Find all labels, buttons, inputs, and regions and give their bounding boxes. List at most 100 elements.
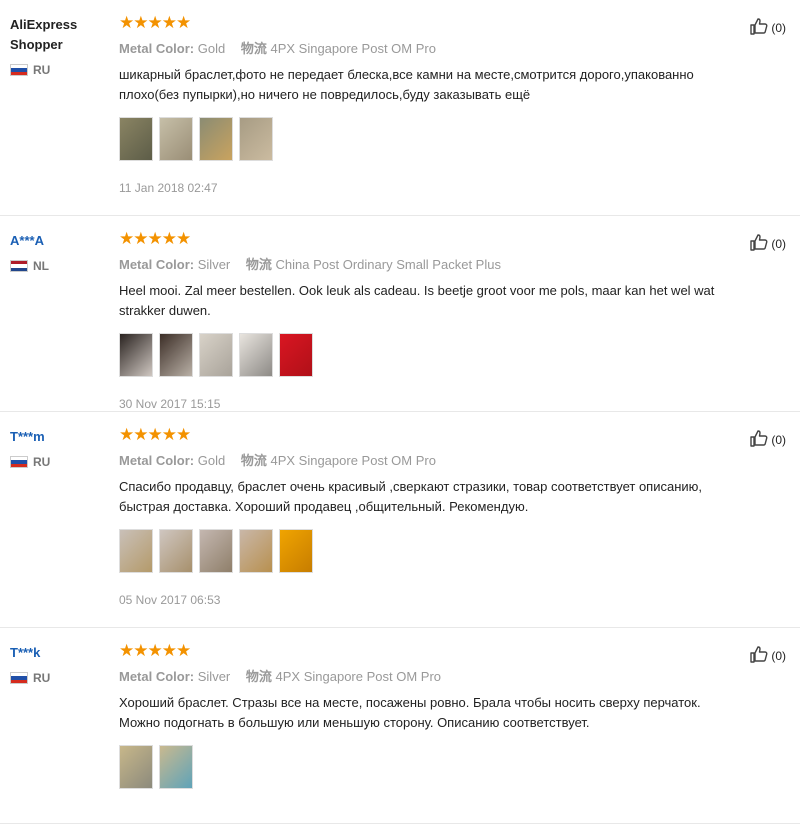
- star-icon: ★: [147, 424, 163, 444]
- shipping-label: 物流: [245, 669, 272, 684]
- review-photo[interactable]: [119, 745, 153, 789]
- review-photo[interactable]: [239, 529, 273, 573]
- review-photos: [119, 529, 739, 573]
- review-meta: Metal Color: Silver 物流 4PX Singapore Pos…: [119, 666, 739, 685]
- star-icon: ★: [119, 640, 135, 660]
- reviewer-info: A***A NL: [10, 231, 110, 273]
- shipping-label: 物流: [245, 257, 272, 272]
- reviewer-info: T***k RU: [10, 643, 110, 685]
- color-value: Gold: [197, 453, 226, 468]
- feedback-list: AliExpress Shopper RU ★ ★ ★ ★ ★ Metal Color: …: [0, 0, 800, 824]
- review-photo[interactable]: [279, 529, 313, 573]
- color-value: Silver: [197, 257, 231, 272]
- star-icon: ★: [176, 640, 192, 660]
- country-code: NL: [33, 259, 49, 273]
- star-icon: ★: [133, 228, 149, 248]
- helpful-button[interactable]: (0): [749, 232, 786, 255]
- shipping-label: 物流: [240, 41, 267, 56]
- country: RU: [10, 671, 110, 685]
- flag-icon: [10, 672, 28, 684]
- review-photo[interactable]: [159, 529, 193, 573]
- color-value: Silver: [197, 669, 231, 684]
- star-icon: ★: [176, 228, 192, 248]
- color-label: Metal Color:: [119, 453, 195, 468]
- review-meta: Metal Color: Gold 物流 4PX Singapore Post …: [119, 38, 739, 57]
- shipping-value: 4PX Singapore Post OM Pro: [275, 669, 442, 684]
- review-text: шикарный браслет,фото не передает блеска…: [119, 67, 694, 102]
- review-photo[interactable]: [239, 333, 273, 377]
- user-name[interactable]: A***A: [10, 231, 110, 251]
- review-photo[interactable]: [279, 333, 313, 377]
- user-name[interactable]: T***m: [10, 427, 110, 447]
- star-icon: ★: [133, 640, 149, 660]
- helpful-count: (0): [771, 648, 786, 663]
- review-photo[interactable]: [119, 117, 153, 161]
- review-photo[interactable]: [119, 529, 153, 573]
- color-label: Metal Color:: [119, 669, 195, 684]
- review-photo[interactable]: [199, 333, 233, 377]
- star-rating: ★ ★ ★ ★ ★: [119, 228, 739, 248]
- review-item: A***A NL ★ ★ ★ ★ ★ Metal Color: Silver 物流 Ch…: [0, 216, 800, 412]
- country-code: RU: [33, 63, 51, 77]
- star-icon: ★: [119, 424, 135, 444]
- country: RU: [10, 63, 110, 77]
- review-photo[interactable]: [199, 529, 233, 573]
- color-value: Gold: [197, 41, 226, 56]
- star-icon: ★: [119, 12, 135, 32]
- flag-icon: [10, 456, 28, 468]
- star-icon: ★: [176, 424, 192, 444]
- star-icon: ★: [161, 640, 177, 660]
- thumbs-up-icon[interactable]: [749, 16, 771, 39]
- helpful-count: (0): [771, 20, 786, 35]
- review-photos: [119, 333, 739, 377]
- user-name[interactable]: T***k: [10, 643, 110, 663]
- helpful-button[interactable]: (0): [749, 16, 786, 39]
- star-icon: ★: [133, 424, 149, 444]
- star-rating: ★ ★ ★ ★ ★: [119, 12, 739, 32]
- star-icon: ★: [119, 228, 135, 248]
- review-item: T***m RU ★ ★ ★ ★ ★ Metal Color: Gold 物流 4PX …: [0, 412, 800, 628]
- thumbs-up-icon[interactable]: [749, 428, 771, 451]
- helpful-button[interactable]: (0): [749, 428, 786, 451]
- star-icon: ★: [161, 228, 177, 248]
- country-code: RU: [33, 671, 51, 685]
- helpful-button[interactable]: (0): [749, 644, 786, 667]
- thumbs-up-icon[interactable]: [749, 232, 771, 255]
- shipping-value: 4PX Singapore Post OM Pro: [270, 453, 436, 468]
- review-photo[interactable]: [239, 117, 273, 161]
- review-body: ★ ★ ★ ★ ★ Metal Color: Silver 物流 China Post …: [119, 228, 739, 411]
- review-photo[interactable]: [119, 333, 153, 377]
- review-photo[interactable]: [159, 333, 193, 377]
- review-body: ★ ★ ★ ★ ★ Metal Color: Gold 物流 4PX Singapore…: [119, 12, 739, 195]
- review-item: T***k RU ★ ★ ★ ★ ★ Metal Color: Silver 物流 4P…: [0, 628, 800, 824]
- review-photo[interactable]: [199, 117, 233, 161]
- review-item: AliExpress Shopper RU ★ ★ ★ ★ ★ Metal Color: …: [0, 0, 800, 216]
- reviewer-info: AliExpress Shopper RU: [10, 15, 110, 77]
- country-code: RU: [33, 455, 51, 469]
- review-date: 05 Nov 2017 06:53: [119, 593, 221, 607]
- review-photo[interactable]: [159, 117, 193, 161]
- color-label: Metal Color:: [119, 257, 195, 272]
- review-date: 30 Nov 2017 15:15: [119, 397, 221, 411]
- review-body: ★ ★ ★ ★ ★ Metal Color: Gold 物流 4PX Singapore…: [119, 424, 739, 607]
- thumbs-up-icon[interactable]: [749, 644, 771, 667]
- country: NL: [10, 259, 110, 273]
- flag-icon: [10, 260, 28, 272]
- review-text: Хороший браслет. Стразы все на месте, по…: [119, 695, 701, 730]
- review-photos: [119, 117, 739, 161]
- user-name: AliExpress Shopper: [10, 17, 78, 52]
- review-text: Heel mooi. Zal meer bestellen. Ook leuk …: [119, 283, 715, 318]
- star-icon: ★: [161, 424, 177, 444]
- review-date: 11 Jan 2018 02:47: [119, 181, 218, 195]
- star-icon: ★: [147, 228, 163, 248]
- review-text: Спасибо продавцу, браслет очень красивый…: [119, 479, 703, 514]
- country: RU: [10, 455, 110, 469]
- helpful-count: (0): [771, 432, 786, 447]
- star-icon: ★: [176, 12, 192, 32]
- color-label: Metal Color:: [119, 41, 195, 56]
- review-photo[interactable]: [159, 745, 193, 789]
- review-meta: Metal Color: Gold 物流 4PX Singapore Post …: [119, 450, 739, 469]
- shipping-value: China Post Ordinary Small Packet Plus: [275, 257, 501, 272]
- star-icon: ★: [147, 12, 163, 32]
- reviewer-info: T***m RU: [10, 427, 110, 469]
